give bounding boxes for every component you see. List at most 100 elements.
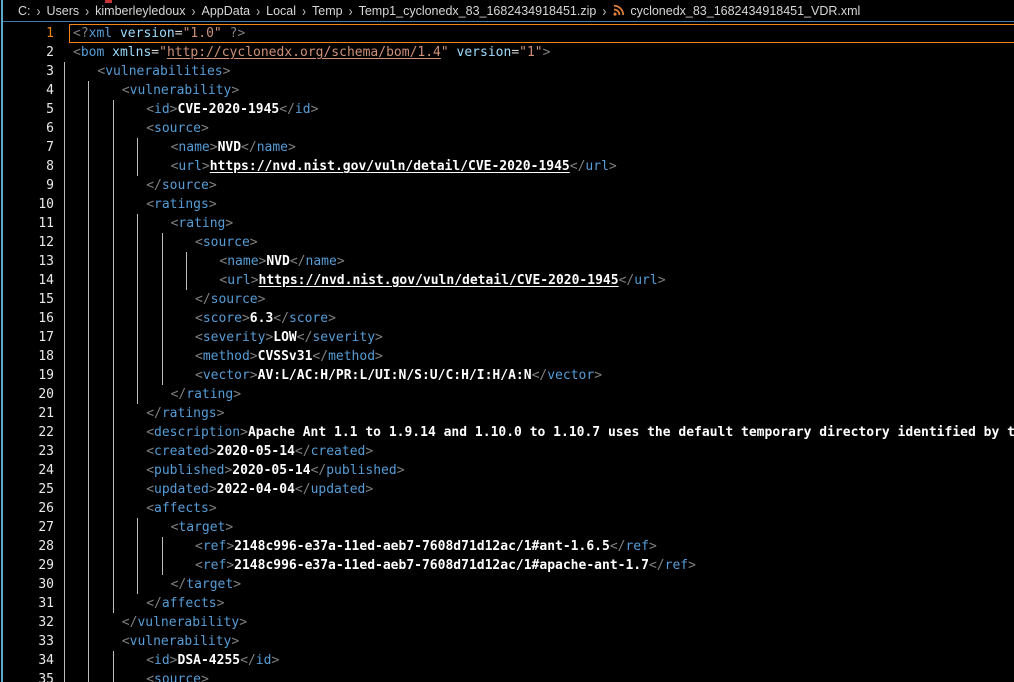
code-line[interactable]: 13<name>NVD</name>	[0, 252, 1014, 271]
line-number[interactable]: 8	[0, 157, 54, 176]
line-number[interactable]: 5	[0, 100, 54, 119]
line-number[interactable]: 20	[0, 385, 54, 404]
line-number[interactable]: 30	[0, 575, 54, 594]
indent-guide	[113, 252, 114, 271]
indent-guide	[113, 537, 114, 556]
code-line[interactable]: 9</source>	[0, 176, 1014, 195]
line-number[interactable]: 11	[0, 214, 54, 233]
code-line[interactable]: 16<score>6.3</score>	[0, 309, 1014, 328]
indent-guide	[162, 309, 163, 328]
indent-guide	[186, 252, 187, 271]
breadcrumb-item[interactable]: Users	[47, 4, 80, 18]
editor-code-area[interactable]: 1<?xml version="1.0" ?>2<bom xmlns="http…	[0, 22, 1014, 682]
line-number[interactable]: 3	[0, 62, 54, 81]
code-line[interactable]: 34<id>DSA-4255</id>	[0, 651, 1014, 670]
line-number[interactable]: 9	[0, 176, 54, 195]
code-line[interactable]: 14<url>https://nvd.nist.gov/vuln/detail/…	[0, 271, 1014, 290]
indent-guide	[137, 537, 138, 556]
code-line[interactable]: 26 <affects>	[0, 499, 1014, 518]
line-number[interactable]: 6	[0, 119, 54, 138]
line-number[interactable]: 4	[0, 81, 54, 100]
code-line[interactable]: 24<published>2020-05-14</published>	[0, 461, 1014, 480]
code-line[interactable]: 33<vulnerability>	[0, 632, 1014, 651]
line-number[interactable]: 31	[0, 594, 54, 613]
code-line[interactable]: 2<bom xmlns="http://cyclonedx.org/schema…	[0, 43, 1014, 62]
code-line[interactable]: 30</target>	[0, 575, 1014, 594]
code-line[interactable]: 27 <target>	[0, 518, 1014, 537]
line-number[interactable]: 17	[0, 328, 54, 347]
line-number[interactable]: 23	[0, 442, 54, 461]
line-number[interactable]: 35	[0, 670, 54, 682]
line-number[interactable]: 22	[0, 423, 54, 442]
code-line[interactable]: 11<rating>	[0, 214, 1014, 233]
indent-guide	[113, 404, 114, 423]
line-number[interactable]: 10	[0, 195, 54, 214]
breadcrumb-item[interactable]: AppData	[201, 4, 250, 18]
line-number[interactable]: 18	[0, 347, 54, 366]
code-line[interactable]: 29 <ref>2148c996-e37a-11ed-aeb7-7608d71d1…	[0, 556, 1014, 575]
code-line[interactable]: 22<description>Apache Ant 1.1 to 1.9.14 …	[0, 423, 1014, 442]
indent-guide	[113, 651, 114, 670]
code-line[interactable]: 28<ref>2148c996-e37a-11ed-aeb7-7608d71d1…	[0, 537, 1014, 556]
code-line[interactable]: 8<url>https://nvd.nist.gov/vuln/detail/C…	[0, 157, 1014, 176]
breadcrumb-file[interactable]: cyclonedx_83_1682434918451_VDR.xml	[612, 4, 860, 18]
code-line[interactable]: 17<severity>LOW</severity>	[0, 328, 1014, 347]
code-text: </affects>	[146, 594, 224, 613]
indent-guide	[88, 138, 89, 157]
line-number[interactable]: 26	[0, 499, 54, 518]
breadcrumb-item[interactable]: Temp	[312, 4, 343, 18]
code-line[interactable]: 5<id>CVE-2020-1945</id>	[0, 100, 1014, 119]
indent-guide	[64, 670, 65, 682]
indent-guide	[88, 119, 89, 138]
code-line[interactable]: 19<vector>AV:L/AC:H/PR:L/UI:N/S:U/C:H/I:…	[0, 366, 1014, 385]
code-line[interactable]: 10<ratings>	[0, 195, 1014, 214]
code-line[interactable]: 20</rating>	[0, 385, 1014, 404]
line-number[interactable]: 32	[0, 613, 54, 632]
line-number[interactable]: 14	[0, 271, 54, 290]
line-number[interactable]: 15	[0, 290, 54, 309]
breadcrumb-item[interactable]: Local	[266, 4, 296, 18]
code-line[interactable]: 15</source>	[0, 290, 1014, 309]
code-line[interactable]: 18<method>CVSSv31</method>	[0, 347, 1014, 366]
indent-guide	[88, 385, 89, 404]
breadcrumb-item[interactable]: C:	[18, 4, 31, 18]
line-number[interactable]: 2	[0, 43, 54, 62]
code-line[interactable]: 21</ratings>	[0, 404, 1014, 423]
code-line[interactable]: 32</vulnerability>	[0, 613, 1014, 632]
line-number[interactable]: 19	[0, 366, 54, 385]
code-line[interactable]: 7<name>NVD</name>	[0, 138, 1014, 157]
code-line[interactable]: 31 </affects>	[0, 594, 1014, 613]
code-line[interactable]: 35<source>	[0, 670, 1014, 682]
line-number[interactable]: 29	[0, 556, 54, 575]
code-line[interactable]: 4<vulnerability>	[0, 81, 1014, 100]
line-number[interactable]: 25	[0, 480, 54, 499]
indent-guide	[64, 81, 65, 100]
indent-guide	[162, 271, 163, 290]
code-line[interactable]: 6<source>	[0, 119, 1014, 138]
code-line[interactable]: 25<updated>2022-04-04</updated>	[0, 480, 1014, 499]
code-text: <affects>	[146, 499, 216, 518]
line-number[interactable]: 7	[0, 138, 54, 157]
line-number[interactable]: 16	[0, 309, 54, 328]
indent-guide	[137, 575, 138, 594]
code-text: <ref>2148c996-e37a-11ed-aeb7-7608d71d12a…	[195, 556, 696, 575]
line-number[interactable]: 1	[0, 24, 54, 43]
breadcrumb-separator: ›	[349, 2, 353, 20]
line-number[interactable]: 33	[0, 632, 54, 651]
breadcrumb-item[interactable]: Temp1_cyclonedx_83_1682434918451.zip	[359, 4, 597, 18]
code-line[interactable]: 3<vulnerabilities>	[0, 62, 1014, 81]
line-number[interactable]: 13	[0, 252, 54, 271]
code-line[interactable]: 12<source>	[0, 233, 1014, 252]
code-line[interactable]: 1<?xml version="1.0" ?>	[0, 24, 1014, 43]
line-number[interactable]: 21	[0, 404, 54, 423]
code-text: <target>	[171, 518, 234, 537]
line-number[interactable]: 24	[0, 461, 54, 480]
line-number[interactable]: 34	[0, 651, 54, 670]
line-number[interactable]: 28	[0, 537, 54, 556]
breadcrumb-item[interactable]: kimberleyledoux	[95, 4, 185, 18]
breadcrumb-separator: ›	[85, 2, 89, 20]
line-number[interactable]: 12	[0, 233, 54, 252]
xml-feed-icon	[612, 4, 625, 17]
line-number[interactable]: 27	[0, 518, 54, 537]
code-line[interactable]: 23<created>2020-05-14</created>	[0, 442, 1014, 461]
